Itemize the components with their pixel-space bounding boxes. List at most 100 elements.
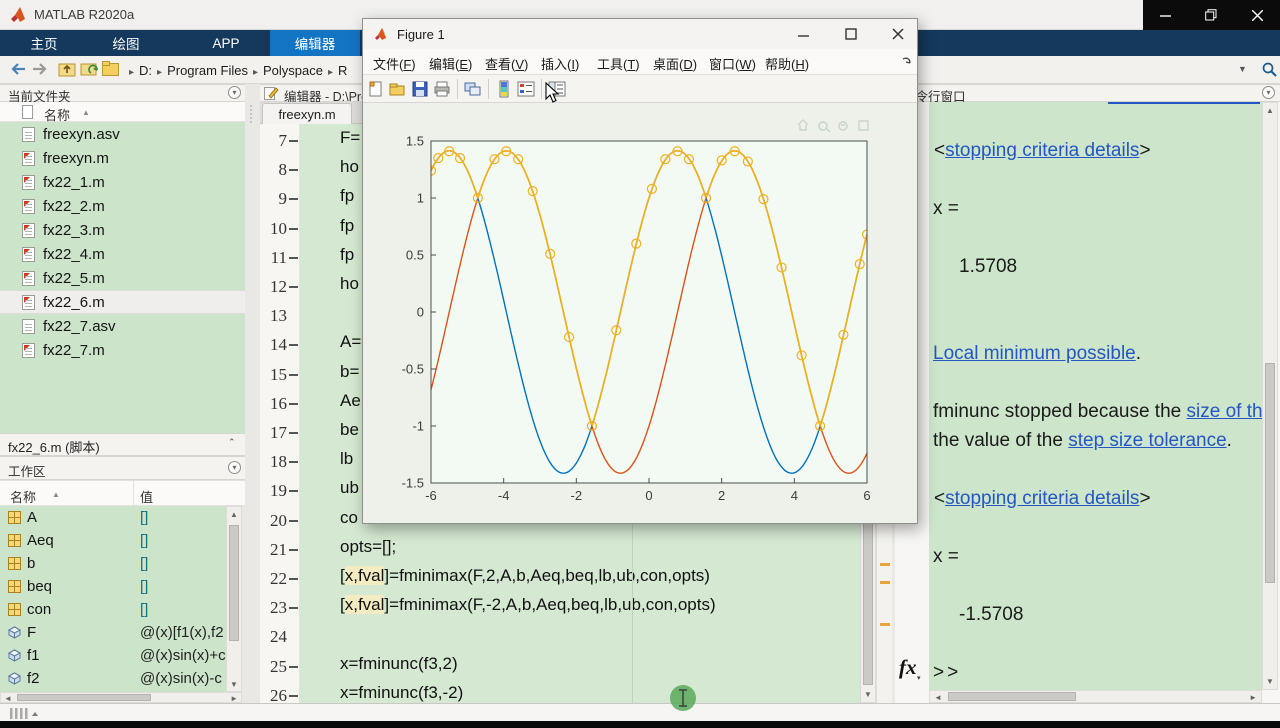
command-window-content[interactable]: <stopping criteria details> x = 1.5708 Loca…	[929, 102, 1262, 690]
fx-function-hint-icon[interactable]: fx	[899, 655, 917, 680]
new-figure-icon[interactable]	[367, 80, 385, 98]
command-link[interactable]: stopping criteria details	[945, 488, 1139, 509]
breadcrumb-item[interactable]: D:	[139, 63, 152, 78]
workspace-menu-icon[interactable]: ▾	[228, 461, 241, 474]
dock-figure-icon[interactable]	[901, 55, 913, 67]
workspace-vscroll-thumb[interactable]	[229, 525, 239, 641]
figure-maximize-button[interactable]	[836, 24, 866, 44]
current-folder-menu-icon[interactable]: ▾	[228, 86, 241, 99]
file-row[interactable]: freexyn.m	[0, 146, 245, 170]
figure-toolbar	[363, 75, 917, 103]
editor-scroll-down-icon[interactable]: ▼	[861, 690, 875, 699]
cmd-scroll-left-icon[interactable]: ◄	[934, 693, 942, 702]
command-link[interactable]: step size tolerance	[1068, 430, 1226, 451]
file-list-column-header[interactable]: 名称 ▲	[0, 102, 245, 123]
file-row[interactable]: fx22_7.m	[0, 338, 245, 362]
print-figure-icon[interactable]	[433, 80, 451, 98]
figure-menu-T[interactable]: 工具(T)	[597, 54, 640, 73]
workspace-column-header[interactable]: 名称 ▲ 值	[0, 480, 245, 507]
command-hscrollbar[interactable]: ◄ ►	[929, 690, 1262, 703]
link-plot-icon[interactable]	[464, 80, 482, 98]
column-divider[interactable]	[133, 481, 134, 507]
collapse-icon[interactable]: ⌃	[228, 437, 236, 448]
file-row[interactable]: fx22_1.m	[0, 170, 245, 194]
file-name: fx22_5.m	[43, 269, 105, 287]
toolstrip-tab-编辑器[interactable]: 编辑器	[270, 30, 360, 56]
file-row[interactable]: fx22_5.m	[0, 266, 245, 290]
cmd-scroll-right-icon[interactable]: ►	[1249, 693, 1257, 702]
close-button[interactable]	[1242, 4, 1272, 26]
workspace-row[interactable]: f2 @(x)sin(x)-c	[0, 667, 226, 690]
workspace-hscrollbar[interactable]: ◄ ►	[0, 692, 242, 703]
breadcrumb-item[interactable]: R	[338, 63, 347, 78]
plot-axes[interactable]: -6 -4 -2 0 2 4 6 -1.5 -1 -0.5 0 0.5 1 1.5	[363, 103, 917, 523]
panel-splitter[interactable]	[248, 104, 256, 124]
file-row[interactable]: fx22_6.m	[0, 290, 245, 314]
breadcrumb-item[interactable]: Polyspace	[263, 63, 323, 78]
figure-minimize-button[interactable]	[788, 24, 818, 44]
figure-close-button[interactable]	[883, 24, 913, 44]
cmd-hscroll-thumb[interactable]	[948, 692, 1076, 701]
command-link[interactable]: stopping criteria details	[945, 140, 1139, 161]
figure-menu-D[interactable]: 桌面(D)	[653, 54, 697, 73]
figure-menu-H[interactable]: 帮助(H)	[765, 54, 809, 73]
command-prompt[interactable]: >>	[933, 662, 961, 684]
editor-tab-freexyn[interactable]: freexyn.m	[262, 103, 352, 124]
up-folder-icon[interactable]	[58, 60, 76, 77]
forward-icon[interactable]	[32, 61, 50, 77]
insert-legend-icon[interactable]	[517, 80, 535, 98]
minimize-button[interactable]	[1151, 4, 1181, 26]
figure-menu-W[interactable]: 窗口(W)	[709, 54, 756, 73]
figure-menu-F[interactable]: 文件(F)	[373, 54, 416, 73]
workspace-row[interactable]: F @(x)[f1(x),f2	[0, 621, 226, 644]
figure-canvas[interactable]: -6 -4 -2 0 2 4 6 -1.5 -1 -0.5 0 0.5 1 1.5	[363, 103, 917, 523]
command-link[interactable]: size of the current step	[1187, 401, 1262, 422]
function-handle-icon	[7, 672, 22, 685]
figure-titlebar[interactable]: Figure 1	[363, 19, 917, 49]
file-row[interactable]: freexyn.asv	[0, 122, 245, 146]
file-row[interactable]: fx22_2.m	[0, 194, 245, 218]
address-dropdown-icon[interactable]: ▼	[1238, 64, 1247, 74]
cmd-scroll-up-icon[interactable]: ▲	[1263, 106, 1277, 115]
workspace-hscroll-thumb[interactable]	[17, 694, 151, 701]
toolstrip-tab-绘图[interactable]: 绘图	[90, 30, 162, 56]
breadcrumb-item[interactable]: Program Files	[167, 63, 248, 78]
scroll-up-icon[interactable]: ▲	[227, 510, 241, 519]
file-row[interactable]: fx22_4.m	[0, 242, 245, 266]
scroll-left-icon[interactable]: ◄	[4, 694, 12, 703]
insert-colorbar-icon[interactable]	[495, 80, 513, 98]
matrix-icon	[8, 580, 21, 593]
command-link[interactable]: Local minimum possible	[933, 343, 1136, 364]
figure-menu-E[interactable]: 编辑(E)	[429, 54, 472, 73]
toolstrip-tab-APP[interactable]: APP	[190, 30, 262, 56]
status-grip-icon[interactable]	[10, 708, 40, 719]
file-row[interactable]: fx22_7.asv	[0, 314, 245, 338]
open-file-icon[interactable]	[389, 80, 407, 98]
browse-folder-icon[interactable]	[80, 60, 99, 77]
file-row[interactable]: fx22_3.m	[0, 218, 245, 242]
workspace-vscrollbar[interactable]: ▲ ▼	[226, 506, 242, 692]
cmd-vscroll-thumb[interactable]	[1265, 363, 1275, 583]
figure-menu-I[interactable]: 插入(I)	[541, 54, 579, 73]
workspace-row[interactable]: con []	[0, 598, 226, 621]
back-icon[interactable]	[8, 61, 26, 77]
address-search-icon[interactable]	[1262, 62, 1277, 77]
figure-menu-V[interactable]: 查看(V)	[485, 54, 528, 73]
warning-mark[interactable]	[880, 623, 890, 626]
workspace-row[interactable]: beq []	[0, 575, 226, 598]
toolstrip-tab-主页[interactable]: 主页	[8, 30, 80, 56]
cmd-scroll-down-icon[interactable]: ▼	[1263, 677, 1277, 686]
restore-button[interactable]	[1196, 4, 1226, 26]
workspace-row[interactable]: Aeq []	[0, 529, 226, 552]
save-figure-icon[interactable]	[411, 80, 429, 98]
scroll-down-icon[interactable]: ▼	[227, 680, 241, 689]
scroll-right-icon[interactable]: ►	[230, 694, 238, 703]
warning-mark[interactable]	[880, 581, 890, 584]
figure-window[interactable]: Figure 1 文件(F) 编辑(E) 查看(V) 插入(I) 工具(T) 桌面(D) 窗…	[362, 18, 918, 524]
command-window-menu-icon[interactable]: ▾	[1262, 86, 1275, 99]
workspace-row[interactable]: f1 @(x)sin(x)+c	[0, 644, 226, 667]
workspace-row[interactable]: A []	[0, 506, 226, 529]
workspace-row[interactable]: b []	[0, 552, 226, 575]
warning-mark[interactable]	[880, 563, 890, 566]
command-vscrollbar[interactable]: ▲ ▼	[1262, 102, 1278, 690]
